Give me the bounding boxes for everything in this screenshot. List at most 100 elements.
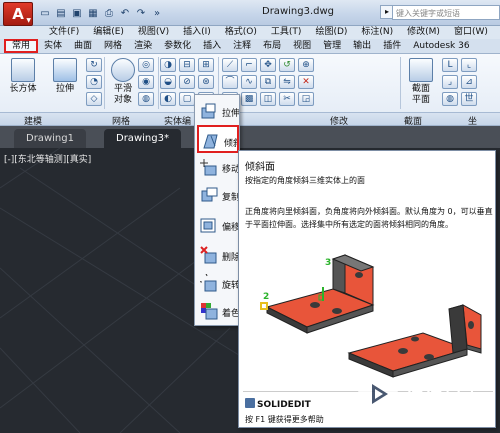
dropdown-item-color-face[interactable]: 着色 — [197, 297, 239, 325]
separator — [400, 57, 401, 109]
menu-view[interactable]: 视图(V) — [131, 26, 176, 39]
box-icon — [11, 58, 35, 82]
extrude-button[interactable]: 拉伸 — [48, 58, 82, 108]
ucs-view-icon[interactable]: ⌟ — [442, 75, 458, 89]
ribbon-panel: 长方体 拉伸 ↻ ◔ ◇ 平滑 对象 ◎ ◉ ◍ ◑ ⊟ ⊞ ◒ ⊘ ⊛ ◐ ▢… — [0, 54, 500, 127]
world-ucs-icon[interactable]: ◍ — [442, 92, 458, 106]
extract-edges-icon[interactable]: ⊞ — [198, 58, 214, 72]
more-icon[interactable]: » — [150, 6, 164, 20]
offset-icon[interactable]: ◫ — [260, 92, 276, 106]
tab-parametric[interactable]: 参数化 — [158, 39, 197, 53]
document-tabs: Drawing1 Drawing3* — [0, 126, 500, 148]
slice-icon[interactable]: ⊘ — [179, 75, 195, 89]
world-label: 世 — [461, 92, 477, 106]
tab-plugins[interactable]: 插件 — [377, 39, 407, 53]
tab-view[interactable]: 视图 — [287, 39, 317, 53]
mesh-crease-icon[interactable]: ◍ — [138, 92, 154, 106]
menu-modify[interactable]: 修改(M) — [400, 26, 447, 39]
save-icon[interactable]: ▣ — [70, 6, 84, 20]
tab-render[interactable]: 渲染 — [128, 39, 158, 53]
new-icon[interactable]: ▭ — [38, 6, 52, 20]
menu-dimension[interactable]: 标注(N) — [354, 26, 400, 39]
tab-output[interactable]: 输出 — [347, 39, 377, 53]
undo-icon[interactable]: ↶ — [118, 6, 132, 20]
menu-window[interactable]: 窗口(W) — [447, 26, 495, 39]
move-icon[interactable]: ✥ — [260, 58, 276, 72]
rotate-face-icon — [200, 274, 217, 292]
dropdown-item-offset-face[interactable]: 偏移 — [197, 211, 239, 239]
coordinates-tools: L ⌞ ⌟ ⊿ ◍ 世 — [442, 58, 477, 106]
menu-format[interactable]: 格式(O) — [218, 26, 264, 39]
imprint-icon[interactable]: ⊛ — [198, 75, 214, 89]
redo-icon[interactable]: ↷ — [134, 6, 148, 20]
tab-insert[interactable]: 插入 — [197, 39, 227, 53]
union-icon[interactable]: ◑ — [160, 58, 176, 72]
tab-autodesk360[interactable]: Autodesk 36 — [407, 39, 475, 53]
dropdown-item-rotate-face[interactable]: 旋转 — [197, 269, 239, 297]
section-plane-button[interactable]: 截面 平面 — [404, 58, 438, 108]
tab-mesh[interactable]: 网格 — [98, 39, 128, 53]
loft-icon[interactable]: ◇ — [86, 92, 102, 106]
menu-insert[interactable]: 插入(I) — [176, 26, 218, 39]
polyline-icon[interactable]: ⌐ — [241, 58, 257, 72]
box-label: 长方体 — [9, 84, 37, 94]
array-icon[interactable]: ⊕ — [298, 58, 314, 72]
tab-layout[interactable]: 布局 — [257, 39, 287, 53]
doc-tab-drawing1[interactable]: Drawing1 — [14, 129, 86, 148]
watermark-logo-icon — [358, 374, 398, 414]
viewport-controls-label[interactable]: [-][东北等轴测][真实] — [4, 152, 91, 165]
line-icon[interactable]: ⟋ — [222, 58, 238, 72]
open-icon[interactable]: ▤ — [54, 6, 68, 20]
copy-icon[interactable]: ⧉ — [260, 75, 276, 89]
tab-surface[interactable]: 曲面 — [68, 39, 98, 53]
revolve-icon[interactable]: ↻ — [86, 58, 102, 72]
dropdown-item-extrude-face[interactable]: 拉伸面 — [197, 97, 239, 125]
watermark-url: ZIXUE.3D66.COM — [408, 400, 469, 408]
illustration-label-3: 3 — [325, 258, 331, 268]
window-title: Drawing3.dwg — [262, 6, 334, 17]
intersect-icon[interactable]: ◐ — [160, 92, 176, 106]
smooth-object-button[interactable]: 平滑 对象 — [106, 58, 140, 108]
erase-icon[interactable]: ✕ — [298, 75, 314, 89]
ucs-icon[interactable]: L — [442, 58, 458, 72]
illustration-label-2: 2 — [263, 292, 269, 302]
tab-manage[interactable]: 管理 — [317, 39, 347, 53]
search-input[interactable]: 键入关键字或短语 — [392, 5, 500, 20]
saveas-icon[interactable]: ▦ — [86, 6, 100, 20]
ucs-3point-icon[interactable]: ⊿ — [461, 75, 477, 89]
dropdown-label: 倾斜面 — [224, 139, 237, 149]
doc-tab-drawing3[interactable]: Drawing3* — [104, 129, 181, 148]
sweep-icon[interactable]: ◔ — [86, 75, 102, 89]
subtract-icon[interactable]: ◒ — [160, 75, 176, 89]
trim-icon[interactable]: ✂ — [279, 92, 295, 106]
menu-tools[interactable]: 工具(T) — [264, 26, 309, 39]
tab-solid[interactable]: 实体 — [38, 39, 68, 53]
spline-icon[interactable]: ∿ — [241, 75, 257, 89]
dropdown-item-copy-face[interactable]: 复制 — [197, 181, 239, 209]
menu-file[interactable]: 文件(F) — [42, 26, 86, 39]
hatch-icon[interactable]: ▩ — [241, 92, 257, 106]
dropdown-label: 偏移 — [222, 223, 239, 233]
print-icon[interactable]: ⎙ — [102, 6, 116, 20]
taper-face-icon — [203, 134, 218, 149]
mirror-icon[interactable]: ⇋ — [279, 75, 295, 89]
mesh-icon[interactable]: ◎ — [138, 58, 154, 72]
menu-draw[interactable]: 绘图(D) — [308, 26, 354, 39]
smooth-object-icon — [111, 58, 135, 82]
application-menu-button[interactable]: A ▼ — [3, 2, 33, 26]
dropdown-item-taper-face[interactable]: 倾斜面 — [197, 125, 239, 153]
fillet-icon[interactable]: ◲ — [298, 92, 314, 106]
rotate-icon[interactable]: ↺ — [279, 58, 295, 72]
ucs-origin-icon[interactable]: ⌞ — [461, 58, 477, 72]
box-button[interactable]: 长方体 — [6, 58, 40, 108]
arc-icon[interactable]: ⌒ — [222, 75, 238, 89]
mesh-refine-icon[interactable]: ◉ — [138, 75, 154, 89]
dropdown-item-delete-face[interactable]: 删除 — [197, 241, 239, 269]
menu-edit[interactable]: 编辑(E) — [86, 26, 131, 39]
dropdown-item-move-face[interactable]: 移动 — [197, 153, 239, 181]
separator — [158, 57, 159, 109]
separate-icon[interactable]: ⊟ — [179, 58, 195, 72]
shell-icon[interactable]: ▢ — [179, 92, 195, 106]
tab-home[interactable]: 常用 — [4, 39, 39, 53]
tab-annotate[interactable]: 注释 — [227, 39, 257, 53]
